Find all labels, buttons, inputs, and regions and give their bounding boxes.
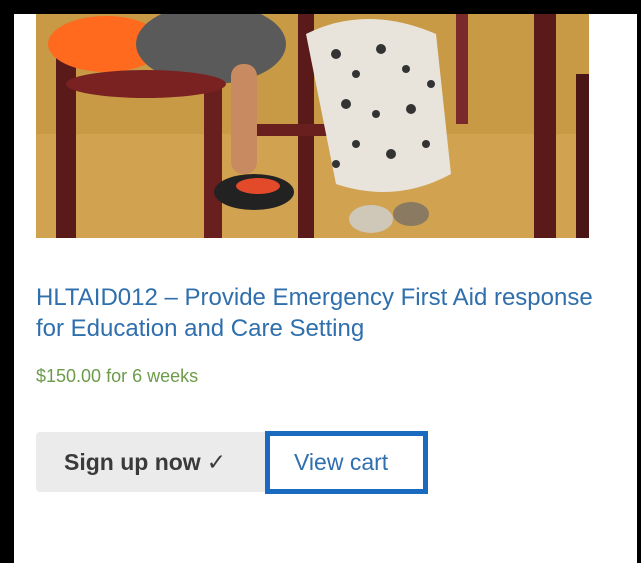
product-price: $150.00 for 6 weeks xyxy=(36,366,199,386)
product-image[interactable] xyxy=(36,14,589,238)
view-cart-link[interactable]: View cart xyxy=(265,431,428,494)
checkmark-icon: ✓ xyxy=(206,448,226,475)
product-title-link[interactable]: HLTAID012 – Provide Emergency First Aid … xyxy=(36,282,596,344)
sign-up-now-button[interactable]: Sign up now ✓ xyxy=(36,432,292,492)
sign-up-label: Sign up now xyxy=(64,448,201,475)
view-cart-label: View cart xyxy=(294,449,389,475)
